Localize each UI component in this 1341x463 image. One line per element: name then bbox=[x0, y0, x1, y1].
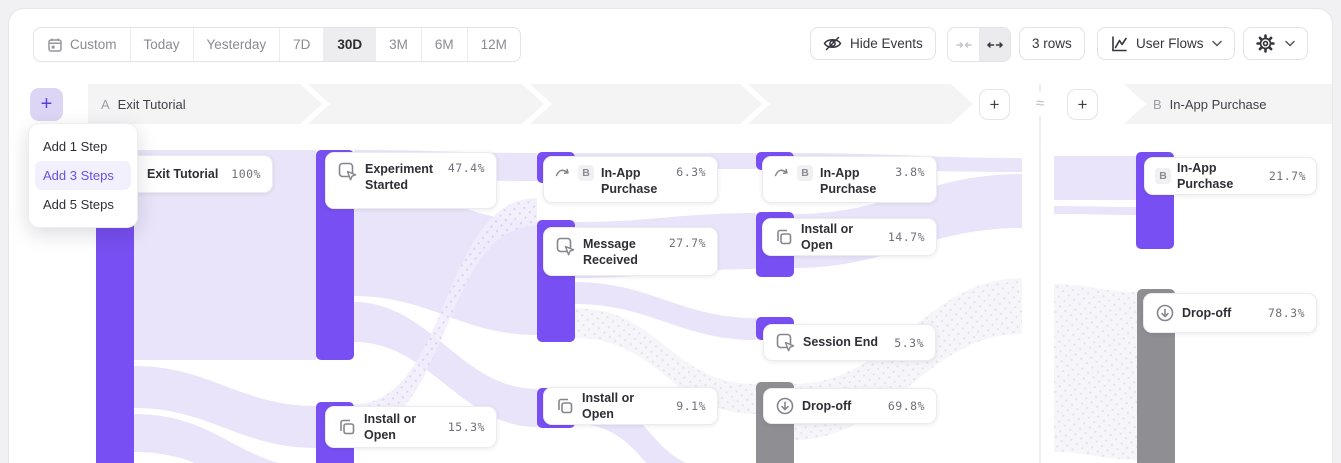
view-selector-label: User Flows bbox=[1136, 36, 1204, 51]
chevron-down-icon bbox=[1285, 40, 1295, 47]
node-card-inapp-purchase-63[interactable]: B In-App Purchase 6.3% bbox=[543, 156, 718, 203]
node-percent: 27.7% bbox=[669, 236, 706, 250]
add-steps-menu: Add 1 Step Add 3 Steps Add 5 Steps bbox=[28, 123, 138, 228]
node-card-session-end[interactable]: Session End 5.3% bbox=[763, 324, 936, 361]
node-label: Drop-off bbox=[1182, 305, 1231, 321]
collapse-arrows-icon bbox=[956, 37, 972, 53]
start-step-header[interactable]: A Exit Tutorial bbox=[101, 84, 186, 124]
range-yesterday[interactable]: Yesterday bbox=[194, 28, 281, 61]
event-click-icon bbox=[775, 332, 796, 353]
calendar-icon bbox=[47, 37, 63, 53]
install-open-icon bbox=[555, 396, 575, 416]
node-card-install-or-open-15[interactable]: Install or Open 15.3% bbox=[325, 406, 497, 448]
start-step-title: Exit Tutorial bbox=[118, 97, 186, 112]
add-steps-button[interactable]: + bbox=[30, 88, 63, 121]
rows-label: 3 rows bbox=[1032, 36, 1072, 51]
collapse-columns-button[interactable] bbox=[948, 28, 979, 61]
end-event-badge: B bbox=[797, 165, 813, 181]
end-step-title: In-App Purchase bbox=[1170, 97, 1267, 112]
node-percent: 47.4% bbox=[448, 161, 485, 175]
jump-arrow-icon bbox=[774, 165, 790, 178]
dropoff-icon bbox=[775, 396, 795, 416]
jump-arrow-icon bbox=[555, 165, 571, 178]
event-click-icon bbox=[337, 161, 358, 182]
date-range-control: Custom Today Yesterday 7D 30D 3M 6M 12M bbox=[33, 27, 521, 62]
view-selector-button[interactable]: User Flows bbox=[1097, 27, 1235, 60]
event-click-icon bbox=[555, 236, 576, 257]
menu-item-add-3-steps[interactable]: Add 3 Steps bbox=[35, 161, 131, 190]
node-card-dropoff-78[interactable]: Drop-off 78.3% bbox=[1143, 293, 1317, 333]
install-open-icon bbox=[774, 227, 794, 247]
node-label: Install or Open bbox=[364, 411, 441, 444]
range-3m[interactable]: 3M bbox=[376, 28, 422, 61]
user-flows-panel: Custom Today Yesterday 7D 30D 3M 6M 12M … bbox=[0, 0, 1341, 463]
approx-gap-symbol: ≈ bbox=[1026, 92, 1054, 116]
node-label: In-App Purchase bbox=[601, 165, 665, 198]
node-card-install-or-open-147[interactable]: Install or Open 14.7% bbox=[762, 218, 937, 256]
hide-events-label: Hide Events bbox=[850, 36, 923, 51]
add-step-right-button[interactable]: + bbox=[979, 89, 1010, 120]
node-percent: 6.3% bbox=[676, 165, 706, 179]
expand-arrows-icon bbox=[987, 37, 1003, 53]
gear-icon bbox=[1256, 34, 1275, 53]
range-today[interactable]: Today bbox=[131, 28, 194, 61]
flows-chart-icon bbox=[1110, 35, 1128, 53]
dropoff-icon bbox=[1155, 303, 1175, 323]
range-30d[interactable]: 30D bbox=[324, 28, 376, 61]
node-card-message-received[interactable]: Message Received 27.7% bbox=[543, 227, 718, 276]
menu-item-add-5-steps[interactable]: Add 5 Steps bbox=[35, 190, 131, 219]
node-label: In-App Purchase bbox=[820, 165, 884, 198]
range-12m[interactable]: 12M bbox=[468, 28, 520, 61]
node-label: Install or Open bbox=[582, 390, 669, 423]
node-percent: 14.7% bbox=[888, 230, 925, 244]
eye-off-icon bbox=[823, 34, 842, 53]
node-label: Drop-off bbox=[802, 398, 851, 414]
node-card-inapp-purchase-38[interactable]: B In-App Purchase 3.8% bbox=[762, 156, 937, 203]
end-event-badge: B bbox=[1155, 168, 1171, 184]
node-label: Install or Open bbox=[801, 221, 881, 254]
start-step-letter: A bbox=[101, 97, 110, 112]
node-percent: 69.8% bbox=[888, 399, 925, 413]
width-toggle-control bbox=[947, 27, 1011, 62]
node-percent: 5.3% bbox=[894, 336, 924, 350]
rows-button[interactable]: 3 rows bbox=[1019, 27, 1085, 60]
node-percent: 9.1% bbox=[676, 399, 706, 413]
end-step-letter: B bbox=[1153, 97, 1162, 112]
node-card-inapp-purchase-217[interactable]: B In-App Purchase 21.7% bbox=[1144, 157, 1317, 195]
expand-columns-button[interactable] bbox=[979, 28, 1010, 61]
node-card-install-or-open-91[interactable]: Install or Open 9.1% bbox=[543, 387, 718, 425]
node-label: In-App Purchase bbox=[1177, 160, 1263, 193]
node-percent: 78.3% bbox=[1268, 306, 1305, 320]
end-event-badge: B bbox=[578, 165, 594, 181]
menu-item-add-1-step[interactable]: Add 1 Step bbox=[35, 132, 131, 161]
range-custom[interactable]: Custom bbox=[34, 28, 131, 61]
node-label: Exit Tutorial bbox=[147, 166, 218, 182]
node-label: Message Received bbox=[583, 236, 662, 269]
hide-events-button[interactable]: Hide Events bbox=[810, 27, 936, 60]
node-percent: 15.3% bbox=[448, 420, 485, 434]
settings-button[interactable] bbox=[1243, 27, 1308, 60]
end-step-header[interactable]: B In-App Purchase bbox=[1153, 84, 1267, 124]
chevron-down-icon bbox=[1212, 40, 1222, 47]
range-7d[interactable]: 7D bbox=[280, 28, 324, 61]
node-percent: 3.8% bbox=[895, 165, 925, 179]
node-card-experiment-started[interactable]: Experiment Started 47.4% bbox=[325, 152, 497, 209]
install-open-icon bbox=[337, 417, 357, 437]
node-card-dropoff-69[interactable]: Drop-off 69.8% bbox=[763, 388, 937, 424]
node-label: Session End bbox=[803, 334, 878, 350]
node-label: Experiment Started bbox=[365, 161, 441, 194]
range-6m[interactable]: 6M bbox=[422, 28, 468, 61]
range-custom-label: Custom bbox=[70, 37, 117, 52]
add-step-left-of-end-button[interactable]: + bbox=[1067, 89, 1098, 120]
node-percent: 100% bbox=[231, 167, 261, 181]
step-header-band bbox=[88, 84, 1332, 124]
node-percent: 21.7% bbox=[1269, 169, 1306, 183]
